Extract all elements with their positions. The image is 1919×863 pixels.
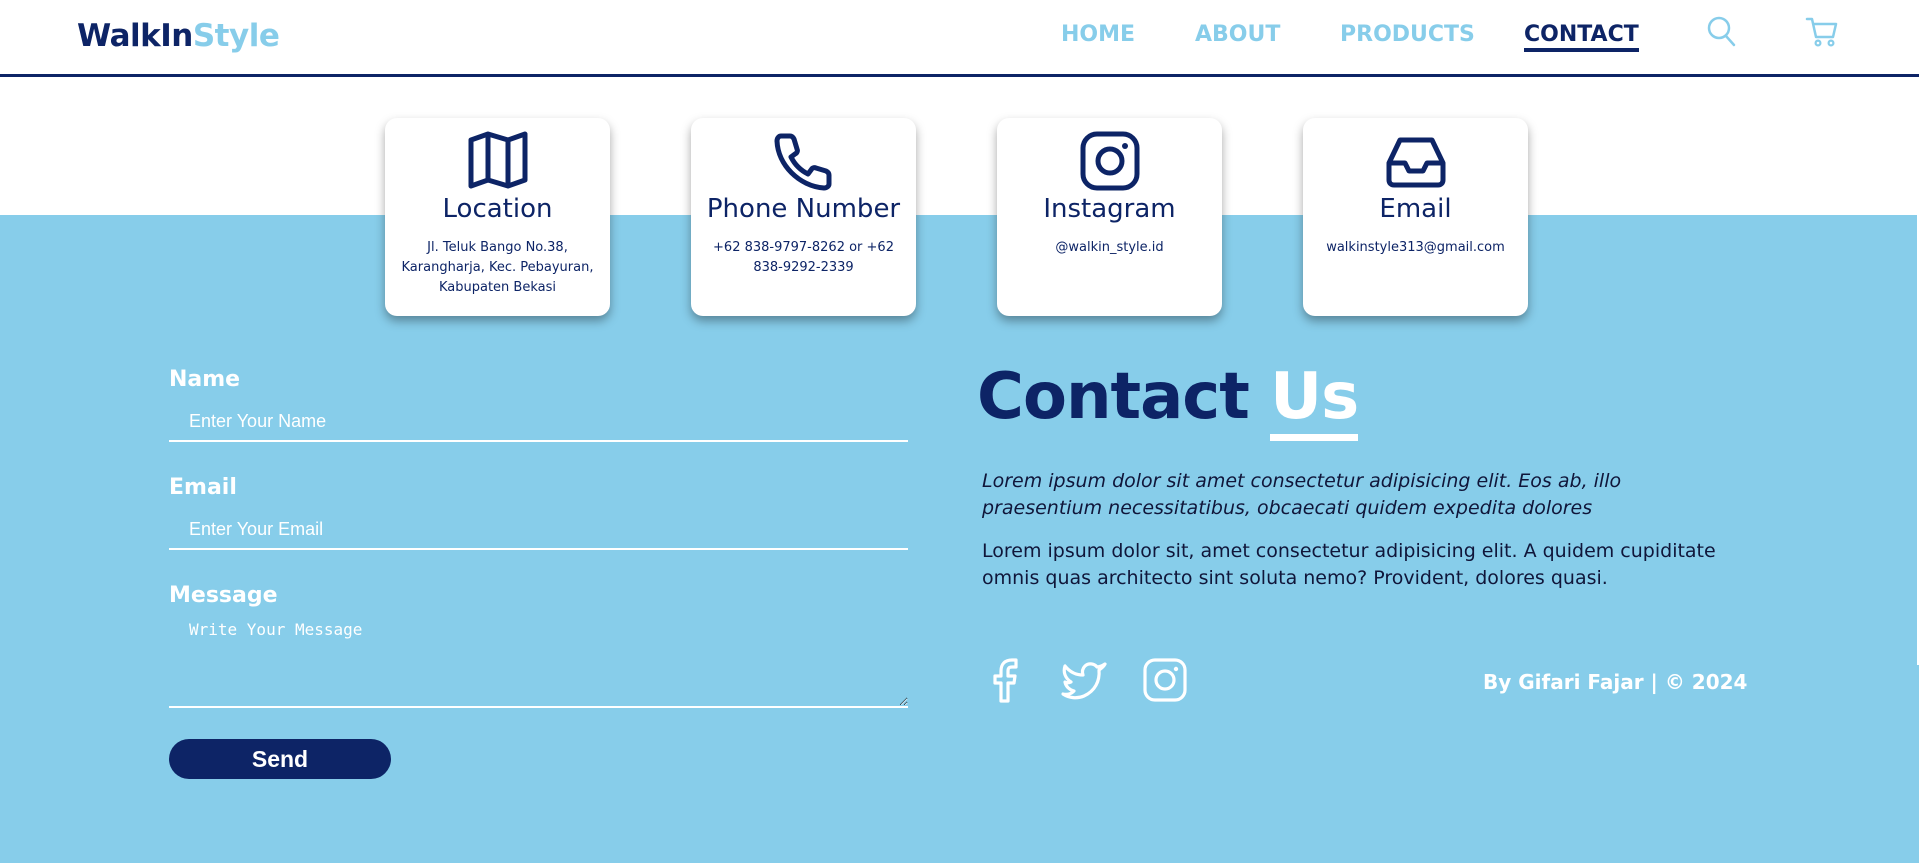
card-title: Phone Number — [706, 194, 901, 224]
card-text: +62 838-9797-8262 or +62 838-9292-2339 — [713, 240, 894, 275]
card-title: Location — [442, 194, 553, 224]
nav-about[interactable]: ABOUT — [1195, 22, 1280, 47]
card-text: @walkin_style.id — [1055, 240, 1164, 255]
brand-logo-part1: WalkIn — [77, 18, 193, 54]
phone-icon — [773, 130, 835, 196]
email-card: Email walkinstyle313@gmail.com — [1303, 118, 1528, 316]
contact-intro: Lorem ipsum dolor sit, amet consectetur … — [982, 540, 1716, 589]
instagram-icon[interactable] — [1141, 656, 1189, 708]
card-text: Jl. Teluk Bango No.38, Karangharja, Kec.… — [401, 240, 594, 295]
cart-icon[interactable] — [1805, 16, 1839, 52]
email-label: Email — [169, 475, 237, 500]
twitter-icon[interactable] — [1061, 656, 1109, 708]
message-textarea[interactable] — [169, 616, 908, 708]
contact-heading-part2: Us — [1270, 360, 1359, 441]
inbox-icon — [1385, 130, 1447, 196]
nav-home[interactable]: HOME — [1061, 22, 1135, 47]
brand-logo[interactable]: WalkInStyle — [77, 18, 280, 54]
card-title: Email — [1379, 194, 1452, 224]
email-input[interactable] — [169, 510, 908, 550]
facebook-icon[interactable] — [990, 656, 1024, 708]
search-icon[interactable] — [1707, 16, 1737, 52]
contact-heading: Contact Us — [977, 360, 1359, 441]
map-icon — [467, 130, 529, 194]
contact-heading-part1: Contact — [977, 360, 1250, 434]
site-header: WalkInStyle HOME ABOUT PRODUCTS CONTACT — [0, 0, 1919, 77]
footer-credit: By Gifari Fajar | © 2024 — [1483, 670, 1748, 694]
instagram-card: Instagram @walkin_style.id — [997, 118, 1222, 316]
brand-logo-part2: Style — [192, 18, 280, 54]
location-card: Location Jl. Teluk Bango No.38, Karangha… — [385, 118, 610, 316]
contact-intro-italic: Lorem ipsum dolor sit amet consectetur a… — [982, 470, 1622, 519]
send-button[interactable]: Send — [169, 739, 391, 779]
name-input[interactable] — [169, 402, 908, 442]
nav-products[interactable]: PRODUCTS — [1340, 22, 1475, 47]
message-label: Message — [169, 583, 278, 608]
phone-card: Phone Number +62 838-9797-8262 or +62 83… — [691, 118, 916, 316]
nav-contact[interactable]: CONTACT — [1524, 22, 1639, 52]
instagram-icon — [1079, 130, 1141, 196]
card-text: walkinstyle313@gmail.com — [1326, 240, 1505, 255]
name-label: Name — [169, 367, 241, 392]
card-title: Instagram — [1043, 194, 1176, 224]
